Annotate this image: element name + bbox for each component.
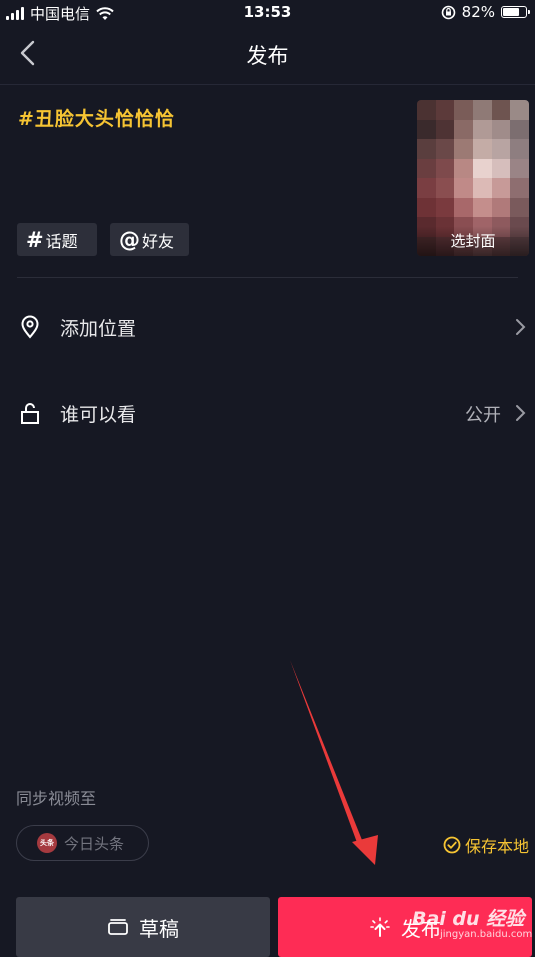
privacy-value: 公开 (465, 405, 501, 426)
hashtag-icon: # (26, 227, 44, 252)
chevron-right-icon (516, 319, 526, 335)
divider (17, 277, 518, 278)
baidu-watermark: Bai du 经验 (412, 908, 525, 930)
caption-input[interactable]: #丑脸大头恰恰恰 (18, 104, 175, 131)
draft-box-icon (108, 919, 128, 935)
unlock-icon (21, 403, 39, 424)
draft-label: 草稿 (139, 916, 179, 941)
topic-label: 话题 (45, 231, 78, 251)
orientation-lock-icon (441, 5, 455, 19)
nav-bar: 发布 (0, 24, 535, 85)
baidu-watermark-url: jingyan.baidu.com (440, 929, 533, 940)
topic-button[interactable]: # 话题 (17, 223, 97, 256)
privacy-label: 谁可以看 (60, 404, 137, 426)
battery-percent: 82% (461, 3, 495, 21)
save-local-label: 保存本地 (464, 837, 529, 856)
battery-icon (501, 6, 530, 18)
save-local-toggle[interactable]: 保存本地 (443, 833, 529, 857)
check-circle-icon (443, 836, 461, 854)
add-location-label: 添加位置 (60, 318, 137, 340)
privacy-row[interactable]: 谁可以看 公开 (0, 388, 535, 438)
toutiao-label: 今日头条 (64, 834, 125, 853)
location-pin-icon (21, 315, 39, 339)
at-icon: @ (119, 227, 140, 252)
mention-label: 好友 (142, 231, 175, 251)
publish-icon (370, 917, 390, 937)
mention-button[interactable]: @ 好友 (110, 223, 189, 256)
page-title: 发布 (246, 44, 289, 68)
sync-title: 同步视频至 (16, 789, 97, 808)
status-bar: 中国电信 13:53 82% (0, 0, 535, 24)
cover-picker[interactable]: 选封面 (417, 100, 529, 256)
toutiao-toggle[interactable]: 头条 今日头条 (16, 825, 149, 861)
add-location-row[interactable]: 添加位置 (0, 302, 535, 352)
cover-label: 选封面 (417, 226, 529, 256)
chevron-right-icon (516, 405, 526, 421)
draft-button[interactable]: 草稿 (16, 897, 270, 957)
toutiao-logo-icon: 头条 (37, 833, 57, 853)
